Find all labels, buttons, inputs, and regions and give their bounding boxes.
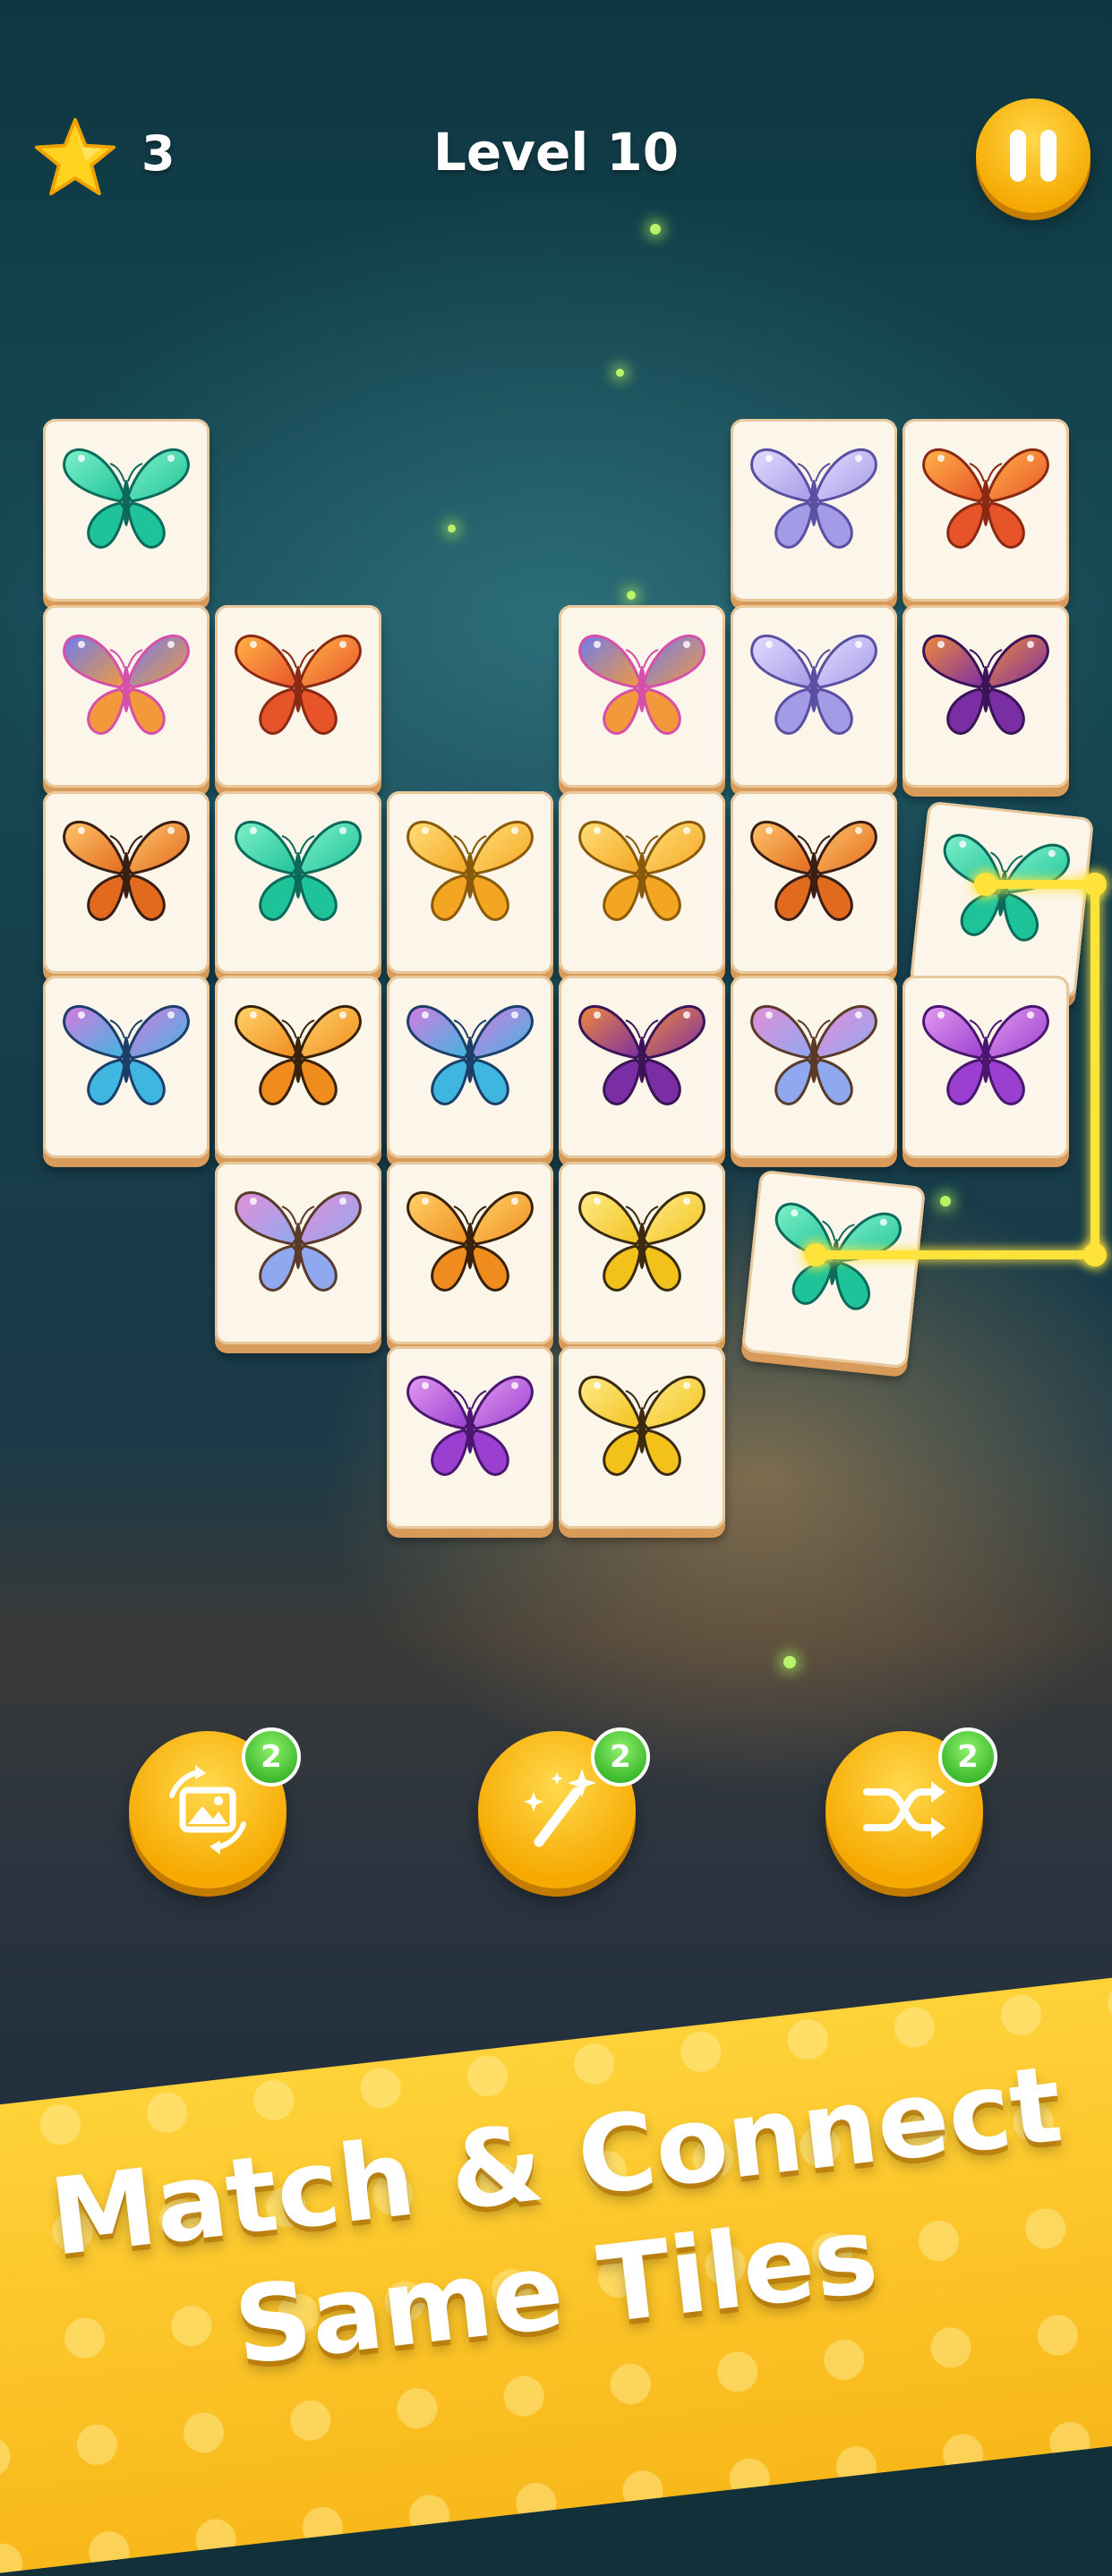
connector-endpoint	[1083, 1243, 1107, 1267]
butterfly-icon	[406, 1376, 534, 1476]
butterfly-icon	[63, 821, 190, 921]
level-title: Level 10	[432, 122, 680, 183]
butterfly-icon	[63, 1005, 190, 1105]
butterfly-tile[interactable]	[731, 791, 897, 974]
swap-image-booster-button[interactable]: 2	[129, 1727, 301, 1889]
match-connector-line	[985, 880, 1098, 889]
booster-count-badge: 2	[242, 1727, 301, 1787]
butterfly-icon	[235, 635, 362, 735]
firefly-glow	[783, 1656, 796, 1668]
firefly-glow	[940, 1196, 951, 1207]
butterfly-icon	[578, 821, 706, 921]
firefly-glow	[616, 369, 624, 377]
butterfly-icon	[406, 821, 534, 921]
butterfly-icon	[750, 821, 877, 921]
match-connector-line	[1091, 880, 1099, 1259]
butterfly-tile[interactable]	[902, 605, 1069, 788]
butterfly-icon	[235, 1005, 362, 1105]
butterfly-tile[interactable]	[43, 976, 210, 1158]
butterfly-tile[interactable]	[740, 1169, 927, 1369]
butterfly-icon	[578, 635, 706, 735]
butterfly-icon	[235, 821, 362, 921]
butterfly-icon	[750, 448, 877, 549]
firefly-glow	[650, 224, 661, 235]
shuffle-icon	[863, 1781, 945, 1838]
butterfly-tile[interactable]	[559, 1162, 725, 1344]
butterfly-tile[interactable]	[902, 419, 1069, 601]
butterfly-tile[interactable]	[731, 605, 897, 788]
butterfly-tile[interactable]	[909, 800, 1095, 1001]
connector-endpoint	[1083, 873, 1107, 896]
butterfly-tile[interactable]	[559, 1346, 725, 1529]
firefly-glow	[627, 591, 636, 600]
butterfly-tile[interactable]	[43, 791, 210, 974]
butterfly-icon	[578, 1005, 706, 1105]
booster-count-badge: 2	[591, 1727, 650, 1787]
butterfly-tile[interactable]	[559, 976, 725, 1158]
connector-endpoint	[974, 873, 997, 896]
butterfly-icon	[943, 833, 1070, 942]
magic-wand-booster-button[interactable]: 2	[478, 1727, 650, 1889]
star-icon	[32, 115, 118, 200]
butterfly-tile[interactable]	[215, 791, 381, 974]
butterfly-icon	[750, 635, 877, 735]
butterfly-tile[interactable]	[559, 791, 725, 974]
butterfly-icon	[578, 1376, 706, 1476]
connector-endpoint	[804, 1243, 827, 1267]
butterfly-icon	[406, 1191, 534, 1292]
butterfly-tile[interactable]	[387, 791, 553, 974]
butterfly-icon	[922, 1005, 1049, 1105]
butterfly-tile[interactable]	[387, 976, 553, 1158]
butterfly-tile[interactable]	[902, 976, 1069, 1158]
butterfly-tile[interactable]	[731, 419, 897, 601]
butterfly-icon	[406, 1005, 534, 1105]
butterfly-icon	[235, 1191, 362, 1292]
butterfly-tile[interactable]	[559, 605, 725, 788]
butterfly-tile[interactable]	[215, 1162, 381, 1344]
match-connector-line	[815, 1250, 1098, 1259]
image-swap-icon	[169, 1765, 246, 1855]
butterfly-tile[interactable]	[215, 605, 381, 788]
magic-wand-icon	[524, 1769, 596, 1847]
butterfly-icon	[922, 635, 1049, 735]
butterfly-tile[interactable]	[387, 1162, 553, 1344]
pause-icon	[1010, 130, 1026, 182]
butterfly-tile[interactable]	[43, 605, 210, 788]
butterfly-icon	[63, 635, 190, 735]
butterfly-icon	[750, 1005, 877, 1105]
butterfly-icon	[922, 448, 1049, 549]
butterfly-icon	[63, 448, 190, 549]
pause-button[interactable]	[976, 98, 1091, 213]
butterfly-tile[interactable]	[387, 1346, 553, 1529]
butterfly-tile[interactable]	[43, 419, 210, 601]
booster-count-badge: 2	[938, 1727, 997, 1787]
butterfly-tile[interactable]	[731, 976, 897, 1158]
butterfly-tile[interactable]	[215, 976, 381, 1158]
star-count: 3	[141, 125, 175, 182]
butterfly-icon	[578, 1191, 706, 1292]
firefly-glow	[448, 525, 456, 533]
shuffle-booster-button[interactable]: 2	[825, 1727, 997, 1889]
